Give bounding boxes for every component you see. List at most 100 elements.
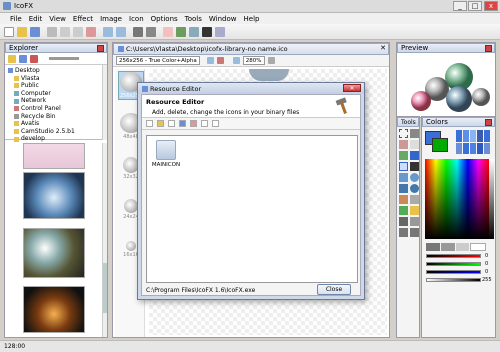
tree-item[interactable]: Recycle Bin xyxy=(8,113,107,121)
tree-scrollbar[interactable] xyxy=(102,65,107,140)
swatch[interactable] xyxy=(477,130,483,142)
document-close-icon[interactable]: ✕ xyxy=(380,44,386,52)
pencil-tool-icon[interactable] xyxy=(399,140,408,149)
zoom-icon[interactable] xyxy=(232,57,240,64)
menu-file[interactable]: File xyxy=(10,15,22,23)
swatch[interactable] xyxy=(426,243,440,251)
replace-tool-icon[interactable] xyxy=(399,206,408,215)
tree-item[interactable]: Avatis xyxy=(8,120,107,128)
new-icon[interactable] xyxy=(4,26,14,37)
sharpen-tool-icon[interactable] xyxy=(410,217,419,226)
web-icon[interactable] xyxy=(146,26,156,37)
ico-format-icon[interactable] xyxy=(163,26,173,37)
swatch[interactable] xyxy=(470,130,476,142)
refresh-icon[interactable] xyxy=(19,54,27,63)
tree-item[interactable]: Network xyxy=(8,97,107,105)
swatch[interactable] xyxy=(477,142,483,154)
colors-close-icon[interactable] xyxy=(485,119,492,126)
tree-item[interactable]: CamStudio 2.5.b1 xyxy=(8,128,107,136)
filled-ellipse-tool-icon[interactable] xyxy=(410,184,419,193)
print-icon[interactable] xyxy=(133,26,143,37)
copy-icon[interactable] xyxy=(60,26,70,37)
color-grid[interactable] xyxy=(456,130,490,154)
secondary-color-swatch[interactable] xyxy=(432,138,448,152)
menu-effect[interactable]: Effect xyxy=(73,15,93,23)
menu-options[interactable]: Options xyxy=(151,15,178,23)
rotate-tool-icon[interactable] xyxy=(399,228,408,237)
green-slider[interactable] xyxy=(426,262,481,266)
menu-tools[interactable]: Tools xyxy=(185,15,202,23)
blur-tool-icon[interactable] xyxy=(410,206,419,215)
swatch[interactable] xyxy=(456,142,462,154)
test-icon[interactable] xyxy=(215,26,225,37)
smudge-tool-icon[interactable] xyxy=(399,217,408,226)
fill-tool-icon[interactable] xyxy=(399,151,408,160)
menu-window[interactable]: Window xyxy=(209,15,237,23)
menu-view[interactable]: View xyxy=(49,15,66,23)
resource-icon[interactable] xyxy=(189,26,199,37)
batch-icon[interactable] xyxy=(202,26,212,37)
swatch[interactable] xyxy=(470,142,476,154)
extract-icon[interactable] xyxy=(201,120,208,127)
grid-icon[interactable] xyxy=(267,57,275,64)
line-tool-icon[interactable] xyxy=(399,162,408,171)
folder-icon[interactable] xyxy=(8,54,16,63)
blue-slider[interactable] xyxy=(426,270,481,274)
color-spectrum[interactable] xyxy=(425,159,489,239)
red-slider[interactable] xyxy=(426,254,481,258)
tree-item[interactable]: develop xyxy=(8,135,107,143)
menu-image[interactable]: Image xyxy=(100,15,122,23)
menu-help[interactable]: Help xyxy=(244,15,260,23)
swatch[interactable] xyxy=(455,243,470,251)
save-icon[interactable] xyxy=(179,120,186,127)
brightness-bar[interactable] xyxy=(489,159,494,239)
menu-edit[interactable]: Edit xyxy=(29,15,43,23)
thumbnail-image[interactable] xyxy=(23,228,85,278)
minimize-button[interactable]: _ xyxy=(453,1,467,11)
swatch[interactable] xyxy=(484,142,490,154)
close-window-button[interactable]: x xyxy=(484,1,498,11)
tree-item[interactable]: Vlasta xyxy=(8,75,107,83)
flip-tool-icon[interactable] xyxy=(410,228,419,237)
delete-icon[interactable] xyxy=(86,26,96,37)
swatch[interactable] xyxy=(463,130,469,142)
swatch[interactable] xyxy=(456,130,462,142)
swatch[interactable] xyxy=(484,130,490,142)
cut-icon[interactable] xyxy=(47,26,57,37)
explorer-close-icon[interactable] xyxy=(97,45,104,52)
maximize-button[interactable]: □ xyxy=(468,1,482,11)
redo-icon[interactable] xyxy=(116,26,126,37)
document-tab[interactable]: C:\Users\Vlasta\Desktop\icofx-library-no… xyxy=(113,43,389,55)
select-tool-icon[interactable] xyxy=(399,129,408,138)
thumb-size-slider[interactable] xyxy=(49,57,79,60)
rect-tool-icon[interactable] xyxy=(399,173,408,182)
open-folder-icon[interactable] xyxy=(17,26,27,37)
thumbnail-image[interactable] xyxy=(23,286,85,333)
swatch[interactable] xyxy=(440,243,455,251)
image-icon[interactable] xyxy=(176,26,186,37)
delete-format-icon[interactable] xyxy=(216,57,224,64)
tree-item[interactable]: Control Panel xyxy=(8,105,107,113)
swatch[interactable] xyxy=(470,243,486,251)
paste-icon[interactable] xyxy=(73,26,83,37)
menu-icon[interactable]: Icon xyxy=(129,15,144,23)
crop-tool-icon[interactable] xyxy=(410,129,419,138)
replace-icon[interactable] xyxy=(212,120,219,127)
swatch[interactable] xyxy=(463,142,469,154)
zoom-select[interactable]: 280% xyxy=(242,56,265,65)
delete-icon[interactable] xyxy=(190,120,197,127)
resource-item[interactable]: MAINICON xyxy=(151,140,181,168)
picker-tool-icon[interactable] xyxy=(399,195,408,204)
add-format-icon[interactable] xyxy=(206,57,214,64)
close-button[interactable]: Close xyxy=(317,284,351,295)
ellipse-tool-icon[interactable] xyxy=(410,173,419,182)
open-icon[interactable] xyxy=(146,120,153,127)
alpha-slider[interactable] xyxy=(426,278,481,282)
undo-icon[interactable] xyxy=(103,26,113,37)
preview-close-icon[interactable] xyxy=(485,45,492,52)
scrollbar-thumb[interactable] xyxy=(103,263,107,313)
folder-icon[interactable] xyxy=(157,120,164,127)
tree-item[interactable]: Desktop xyxy=(8,67,107,75)
thumbnail-image[interactable] xyxy=(23,143,85,169)
dialog-close-icon[interactable]: ✕ xyxy=(343,84,361,92)
